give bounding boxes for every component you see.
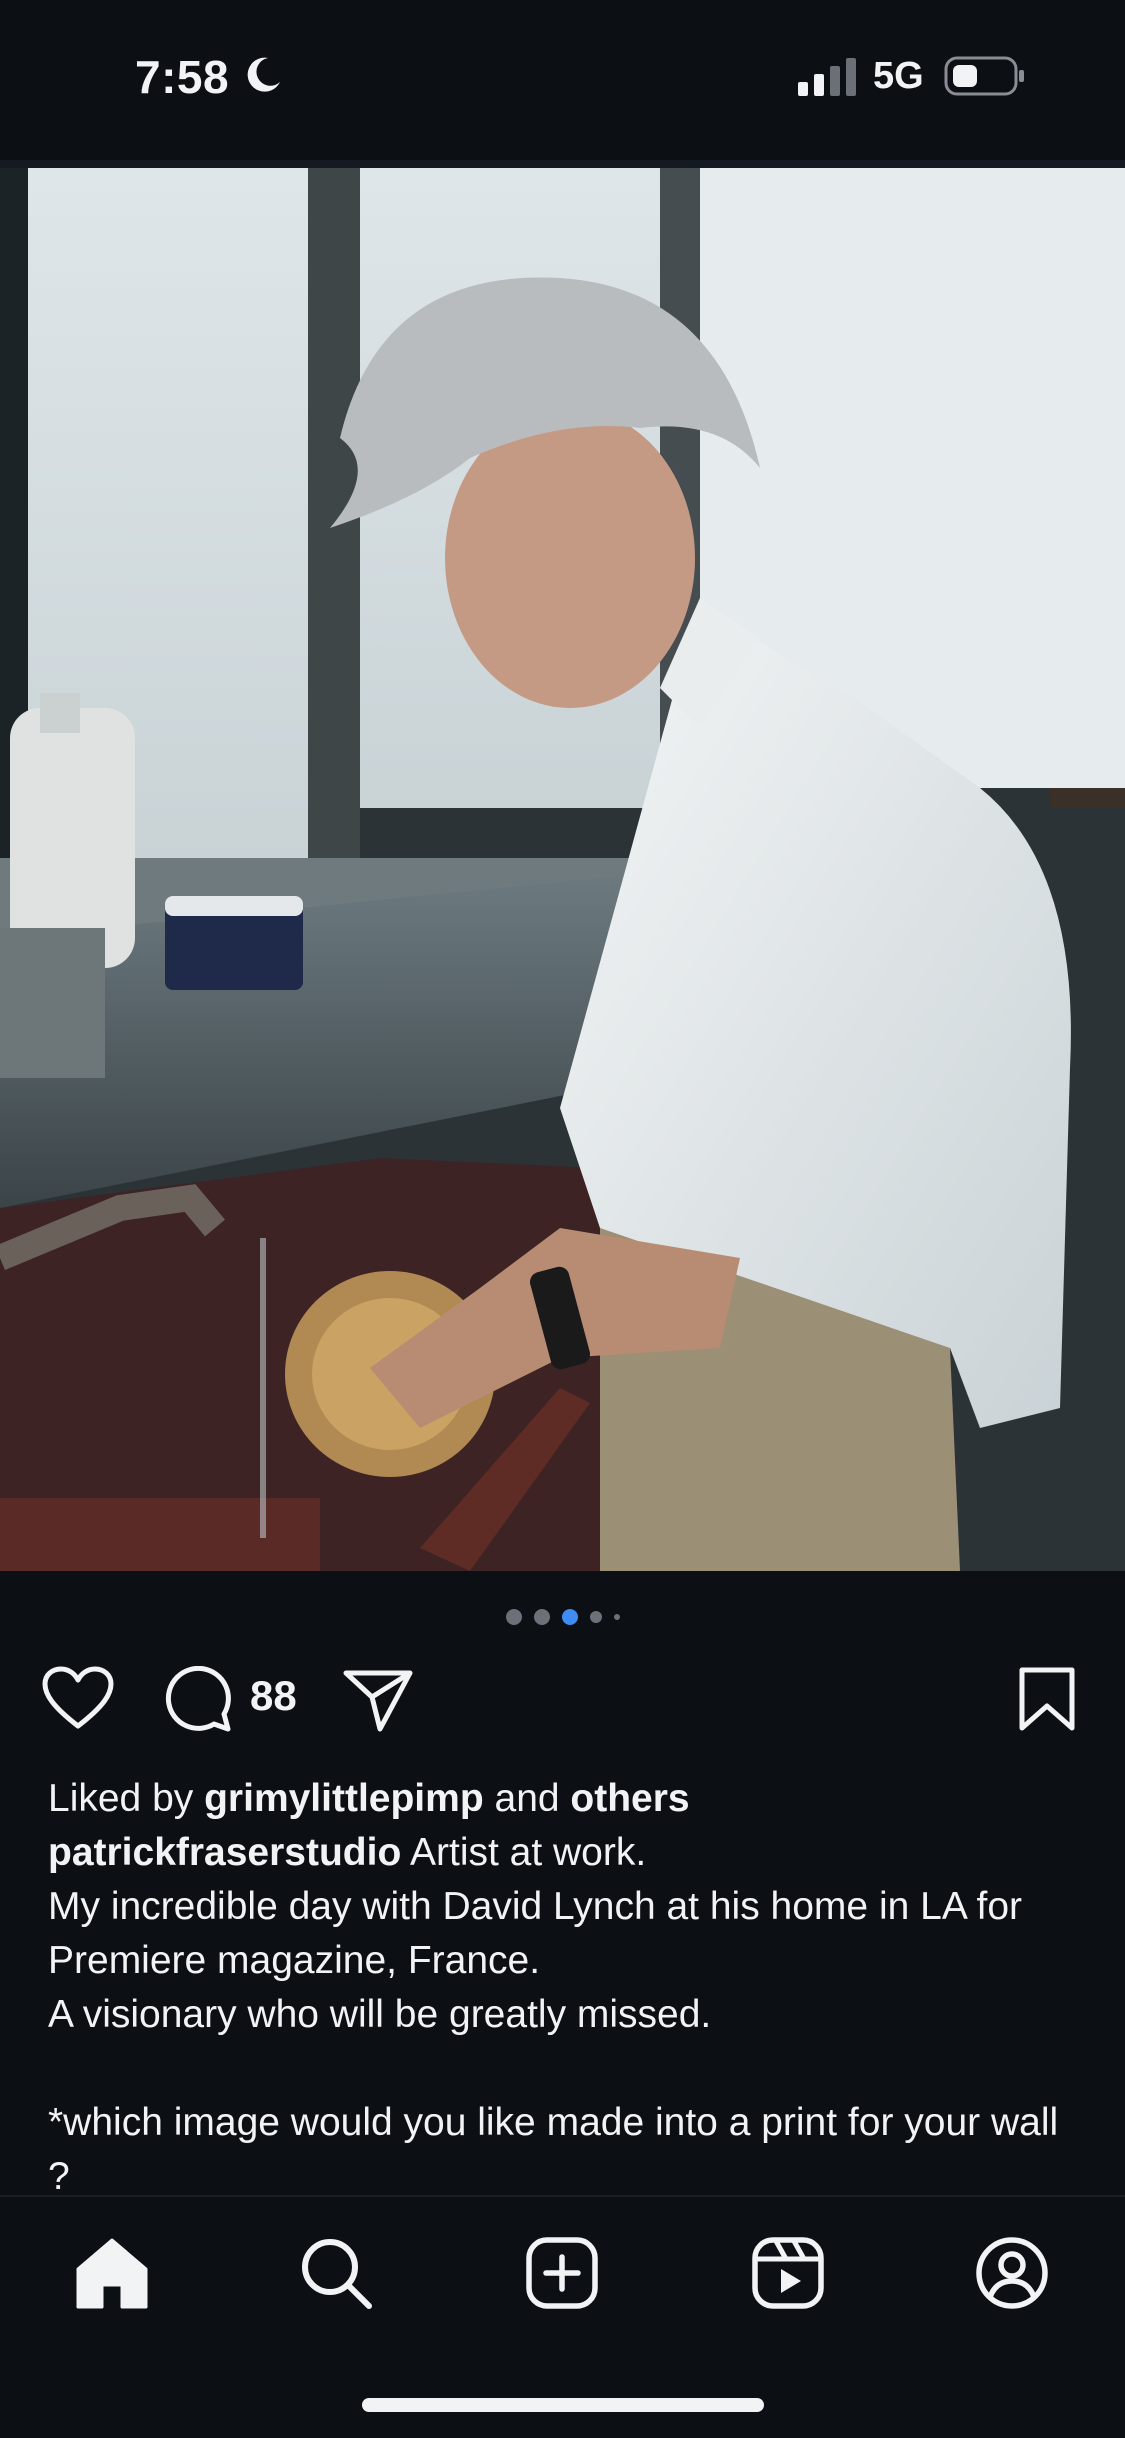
liked-by-username[interactable]: grimylittlepimp xyxy=(204,1777,484,1820)
caption-line: *which image would you like made into a … xyxy=(48,2101,1059,2198)
carousel-dot xyxy=(613,1614,620,1620)
moon-icon xyxy=(247,57,280,92)
comment-icon[interactable] xyxy=(164,1666,232,1732)
search-icon[interactable] xyxy=(298,2235,374,2311)
heart-icon[interactable] xyxy=(42,1666,114,1730)
caption-text: patrickfraserstudio Artist at work. xyxy=(48,1831,647,1874)
caption-username[interactable]: patrickfraserstudio xyxy=(48,1831,401,1874)
bookmark-icon[interactable] xyxy=(1018,1666,1076,1732)
post-actions: 88 xyxy=(0,1660,1125,1740)
profile-icon[interactable] xyxy=(974,2235,1050,2311)
photo-illustration xyxy=(0,168,1125,1571)
post-image[interactable] xyxy=(0,168,1125,1571)
header-divider xyxy=(0,160,1125,168)
comment-count[interactable]: 88 xyxy=(250,1672,297,1720)
share-icon[interactable] xyxy=(342,1668,414,1732)
home-icon[interactable] xyxy=(74,2235,150,2311)
carousel-dot xyxy=(505,1609,522,1625)
signal-icon xyxy=(798,58,856,96)
battery-icon xyxy=(944,56,1024,96)
likes-line: Liked by grimylittlepimp and others xyxy=(48,1777,690,1820)
carousel-indicator xyxy=(0,1607,1125,1627)
carousel-dot xyxy=(533,1609,550,1625)
caption-line: A visionary who will be greatly missed. xyxy=(48,1993,712,2036)
post-caption-block: Liked by grimylittlepimp and others patr… xyxy=(48,1772,1088,2204)
status-bar: 7:58 5G xyxy=(0,0,1125,160)
carousel-dot-active xyxy=(561,1609,578,1625)
create-icon[interactable] xyxy=(524,2235,600,2311)
network-type: 5G xyxy=(873,55,924,97)
reels-icon[interactable] xyxy=(750,2235,826,2311)
caption-line: My incredible day with David Lynch at hi… xyxy=(48,1885,1023,1982)
carousel-dot xyxy=(589,1611,602,1623)
likes-others-link[interactable]: others xyxy=(570,1777,689,1820)
status-time: 7:58 xyxy=(135,51,230,103)
home-indicator[interactable] xyxy=(362,2398,764,2412)
